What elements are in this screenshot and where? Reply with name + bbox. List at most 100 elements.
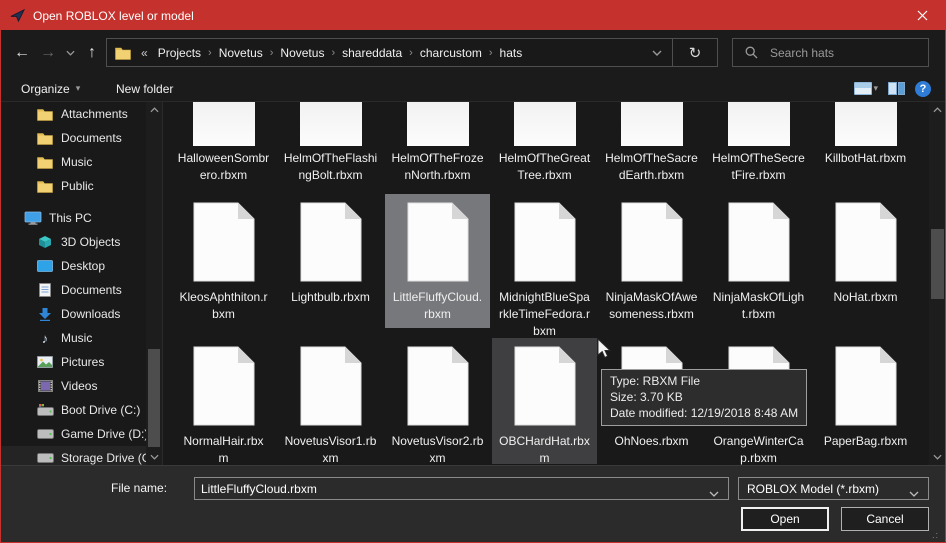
navigation-sidebar: AttachmentsDocumentsMusicPublicThis PC3D…	[1, 102, 163, 465]
breadcrumb-segment[interactable]: hats	[494, 46, 529, 60]
file-item[interactable]: NovetusVisor1.rbxm	[278, 338, 383, 464]
scroll-down-icon[interactable]	[929, 450, 945, 464]
file-page-icon	[621, 102, 683, 146]
sidebar-item-documents[interactable]: Documents	[1, 126, 162, 150]
file-item[interactable]: Lightbulb.rbxm	[278, 194, 383, 328]
file-item[interactable]: NovetusVisor2.rbxm	[385, 338, 490, 464]
view-mode-button[interactable]: ▾	[854, 82, 878, 95]
preview-pane-icon[interactable]	[888, 82, 905, 95]
cancel-button[interactable]: Cancel	[841, 507, 929, 531]
file-name-label: NinjaMaskOfLight.rbxm	[713, 289, 804, 323]
sidebar-scrollbar[interactable]	[146, 102, 162, 465]
breadcrumb-segment[interactable]: charcustom	[414, 46, 488, 60]
scroll-down-icon[interactable]	[146, 450, 162, 464]
file-item[interactable]: NinjaMaskOfAwesomeness.rbxm	[599, 194, 704, 328]
organize-button[interactable]: Organize ▾	[21, 76, 80, 101]
sidebar-item-attachments[interactable]: Attachments	[1, 102, 162, 126]
breadcrumb-segment[interactable]: shareddata	[336, 46, 408, 60]
file-item[interactable]: NinjaMaskOfLight.rbxm	[706, 194, 811, 328]
file-item[interactable]: PaperBag.rbxm	[813, 338, 918, 464]
sidebar-item-storage-drive-g[interactable]: Storage Drive (G	[1, 446, 162, 465]
folder-icon	[35, 180, 55, 193]
history-chevron-icon[interactable]	[61, 39, 79, 67]
folder-icon	[35, 108, 55, 121]
scrollbar-thumb[interactable]	[931, 229, 944, 299]
sidebar-item-label: Boot Drive (C:)	[61, 403, 140, 417]
scroll-up-icon[interactable]	[146, 103, 162, 117]
search-input[interactable]	[768, 45, 898, 61]
breadcrumb-segment[interactable]: Novetus	[274, 46, 330, 60]
sidebar-item-game-drive-d[interactable]: Game Drive (D:)	[1, 422, 162, 446]
sidebar-item-documents[interactable]: Documents	[1, 278, 162, 302]
sidebar-item-label: Videos	[61, 379, 97, 393]
file-item[interactable]: LittleFluffyCloud.rbxm	[385, 194, 490, 328]
file-item[interactable]: KillbotHat.rbxm	[813, 102, 918, 184]
file-page-icon	[300, 202, 362, 285]
file-page-icon	[193, 102, 255, 146]
file-item[interactable]: HelmOfTheFlashingBolt.rbxm	[278, 102, 383, 184]
download-icon	[35, 307, 55, 321]
file-item[interactable]: HalloweenSombrero.rbxm	[171, 102, 276, 184]
boot-drive-icon	[35, 404, 55, 416]
sidebar-item-public[interactable]: Public	[1, 174, 162, 198]
up-icon[interactable]: ↑	[79, 39, 105, 67]
scroll-up-icon[interactable]	[929, 103, 945, 117]
file-item[interactable]: KleosAphthiton.rbxm	[171, 194, 276, 328]
drive-icon	[35, 453, 55, 463]
view-caret-icon: ▾	[873, 83, 878, 94]
file-name-input[interactable]	[195, 482, 728, 496]
help-icon[interactable]: ?	[915, 81, 931, 97]
new-folder-button[interactable]: New folder	[116, 76, 173, 101]
file-name-label: File name:	[111, 481, 167, 495]
address-bar[interactable]: « Projects›Novetus›Novetus›shareddata›ch…	[106, 38, 718, 67]
folder-icon	[35, 132, 55, 145]
chevron-down-icon[interactable]	[709, 486, 719, 500]
tooltip-line: Type: RBXM File	[610, 373, 798, 389]
sidebar-item-downloads[interactable]: Downloads	[1, 302, 162, 326]
search-box	[732, 38, 929, 67]
sidebar-item-3d-objects[interactable]: 3D Objects	[1, 230, 162, 254]
resize-grip[interactable]: .:	[932, 530, 942, 540]
open-button[interactable]: Open	[741, 507, 829, 531]
file-page-icon	[514, 102, 576, 146]
sidebar-item-this-pc[interactable]: This PC	[1, 206, 162, 230]
file-name-label: NinjaMaskOfAwesomeness.rbxm	[606, 289, 698, 323]
sidebar-item-music[interactable]: Music	[1, 150, 162, 174]
sidebar-item-label: This PC	[49, 211, 92, 225]
file-name-label: HelmOfTheGreatTree.rbxm	[499, 150, 590, 184]
refresh-icon[interactable]: ↻	[673, 39, 717, 66]
sidebar-item-boot-drive-c[interactable]: Boot Drive (C:)	[1, 398, 162, 422]
file-name-label: Lightbulb.rbxm	[291, 289, 370, 306]
sidebar-item-videos[interactable]: Videos	[1, 374, 162, 398]
sidebar-item-music[interactable]: ♪Music	[1, 326, 162, 350]
file-page-icon	[835, 202, 897, 285]
file-tooltip: Type: RBXM FileSize: 3.70 KBDate modifie…	[601, 369, 807, 426]
forward-icon[interactable]: →	[35, 39, 61, 67]
file-item[interactable]: HelmOfTheSacredEarth.rbxm	[599, 102, 704, 184]
scrollbar-thumb[interactable]	[148, 349, 160, 447]
file-item[interactable]: HelmOfTheGreatTree.rbxm	[492, 102, 597, 184]
file-page-icon	[407, 346, 469, 429]
file-name-label: HelmOfTheFlashingBolt.rbxm	[284, 150, 377, 184]
sidebar-item-desktop[interactable]: Desktop	[1, 254, 162, 278]
file-item[interactable]: MidnightBlueSparkleTimeFedora.rbxm	[492, 194, 597, 328]
file-type-select[interactable]: ROBLOX Model (*.rbxm)	[738, 477, 929, 500]
file-list-scrollbar[interactable]	[929, 102, 946, 465]
breadcrumb-overflow[interactable]: «	[137, 46, 152, 60]
file-page-icon	[514, 202, 576, 285]
back-icon[interactable]: ←	[9, 39, 35, 67]
file-item[interactable]: NormalHair.rbxm	[171, 338, 276, 464]
file-page-icon	[621, 202, 683, 285]
file-item[interactable]: NoHat.rbxm	[813, 194, 918, 328]
breadcrumb-segment[interactable]: Novetus	[213, 46, 269, 60]
close-icon[interactable]	[900, 1, 945, 30]
sidebar-item-pictures[interactable]: Pictures	[1, 350, 162, 374]
file-item[interactable]: OBCHardHat.rbxm	[492, 338, 597, 464]
sidebar-item-label: 3D Objects	[61, 235, 120, 249]
file-item[interactable]: HelmOfTheFrozenNorth.rbxm	[385, 102, 490, 184]
address-dropdown-icon[interactable]	[642, 39, 672, 66]
sidebar-item-label: Game Drive (D:)	[61, 427, 148, 441]
tooltip-line: Size: 3.70 KB	[610, 389, 798, 405]
file-item[interactable]: HelmOfTheSecretFire.rbxm	[706, 102, 811, 184]
breadcrumb-segment[interactable]: Projects	[152, 46, 207, 60]
